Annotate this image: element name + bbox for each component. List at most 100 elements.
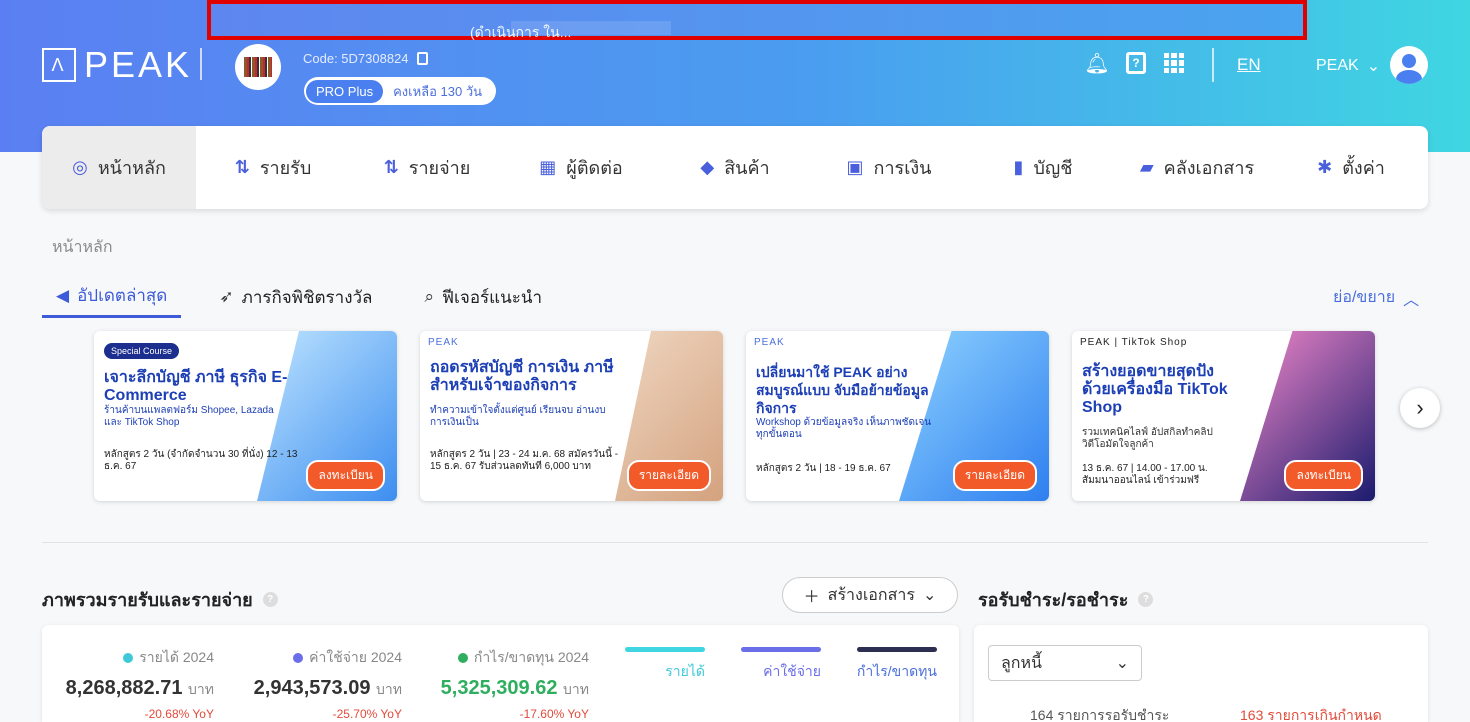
stat-unit: บาท [188,681,214,697]
collapse-toggle[interactable]: ย่อ/ขยาย ︿ [1333,285,1419,310]
home-gauge-icon: ◎ [72,157,88,177]
nav-label: สินค้า [724,158,770,178]
help-icon[interactable]: ? [1126,52,1146,74]
language-switch[interactable]: EN [1237,55,1261,75]
header-divider [200,48,202,80]
plan-name: PRO Plus [306,79,384,103]
plan-badge[interactable]: PRO Plus คงเหลือ 130 วัน [304,77,496,105]
nav-documents[interactable]: ▰ คลังเอกสาร [1120,126,1274,209]
pending-receivables[interactable]: 164 รายการรอรับชำระ [1030,705,1169,722]
nav-income[interactable]: ⇅ รายรับ [196,126,350,209]
select-value: ลูกหนี้ [1001,654,1042,672]
overview-title-text: ภาพรวมรายรับและรายจ่าย [42,590,253,610]
stat-unit: บาท [376,681,402,697]
promo-register-button[interactable]: ลงทะเบียน [306,460,385,491]
promo-details: 13 ธ.ค. 67 | 14.00 - 17.00 น. สัมมนาออนไ… [1082,463,1208,486]
promo-title: เปลี่ยนมาใช้ PEAK อย่างสมบูรณ์แบบ จับมือ… [756,364,929,416]
section-divider [42,542,1428,543]
logo-text: PEAK [84,44,193,85]
info-icon[interactable]: ? [1138,592,1154,607]
promo-register-button[interactable]: ลงทะเบียน [1284,460,1363,491]
promo-subtitle: ร้านค้าบนแพลตฟอร์ม Shopee, Lazada และ Ti… [104,405,274,428]
bell-icon[interactable]: 🔔︎ [1084,52,1109,75]
stat-label: ค่าใช้จ่าย 2024 [309,649,402,665]
create-document-button[interactable]: ＋ สร้างเอกสาร ⌄ [782,577,958,613]
breadcrumb: หน้าหลัก [52,239,113,256]
stat-label: กำไร/ขาดทุน 2024 [473,649,589,665]
company-code-text: Code: 5D7308824 [303,51,409,66]
user-menu[interactable]: PEAK ⌄ [1316,56,1380,76]
user-name: PEAK [1316,57,1359,74]
promo-title: เจาะลึกบัญชี ภาษี ธุรกิจ E-Commerce [104,369,288,404]
ledger-icon: ▮ [1013,157,1024,177]
plan-remaining: คงเหลือ 130 วัน [393,83,483,99]
promo-card[interactable]: PEAK | TikTok Shop สร้างยอดขายสุดปัง ด้ว… [1072,331,1375,501]
user-avatar[interactable] [1390,46,1428,84]
tab-latest-updates[interactable]: ◀ อัปเดตล่าสุด [42,282,182,318]
nav-label: คลังเอกสาร [1163,158,1255,178]
promo-badge: PEAK [428,337,459,348]
legend-bar-expense [741,647,821,652]
promo-details: หลักสูตร 2 วัน (จำกัดจำนวน 30 ที่นั่ง) 1… [104,449,298,472]
header-divider-right [1212,48,1214,82]
nav-settings[interactable]: ✱ ตั้งค่า [1274,126,1428,209]
promo-details-button[interactable]: รายละเอียด [626,460,711,491]
nav-expense[interactable]: ⇅ รายจ่าย [350,126,504,209]
receivables-title-text: รอรับชำระ/รอชำระ [978,590,1129,610]
promo-subtitle: Workshop ด้วยข้อมูลจริง เห็นภาพชัดเจนทุก… [756,417,932,440]
nav-accounting[interactable]: ▮ บัญชี [966,126,1120,209]
receivable-type-select[interactable]: ลูกหนี้ ⌄ [988,645,1142,681]
apps-grid-icon[interactable] [1164,53,1184,73]
promo-details: หลักสูตร 2 วัน | 18 - 19 ธ.ค. 67 [756,463,891,474]
legend-bar-profit [857,647,937,652]
stat-yoy: -25.70% YoY [332,707,402,721]
info-icon[interactable]: ? [262,592,278,607]
tab-featured[interactable]: ⌕ ฟีเจอร์แนะนำ [410,282,556,318]
nav-products[interactable]: ◆ สินค้า [658,126,812,209]
promo-card[interactable]: PEAK ถอดรหัสบัญชี การเงิน ภาษี สำหรับเจ้… [420,331,723,501]
chevron-down-icon: ⌄ [1115,655,1129,672]
tab-missions[interactable]: ➶ ภารกิจพิชิตรางวัล [205,282,386,318]
stat-unit: บาท [563,681,589,697]
legend-profit[interactable]: กำไร/ขาดทุน [827,661,937,683]
bookshelf-icon [244,57,272,77]
company-code: Code: 5D7308824 [303,51,428,66]
stat-yoy: -17.60% YoY [519,707,589,721]
carousel-next-button[interactable]: › [1400,388,1440,428]
promo-details: หลักสูตร 2 วัน | 23 - 24 ม.ค. 68 สมัครวั… [430,449,619,472]
chevron-up-icon: ︿ [1403,291,1420,309]
promo-badge: PEAK | TikTok Shop [1080,337,1188,348]
nav-label: ตั้งค่า [1342,158,1385,178]
chevron-down-icon: ⌄ [922,587,937,604]
nav-finance[interactable]: ▣ การเงิน [812,126,966,209]
promo-details-button[interactable]: รายละเอียด [952,460,1037,491]
promo-card[interactable]: Special Course เจาะลึกบัญชี ภาษี ธุรกิจ … [94,331,397,501]
receivables-title: รอรับชำระ/รอชำระ ? [978,585,1154,614]
copy-icon[interactable] [416,52,428,65]
legend-revenue[interactable]: รายได้ [625,661,705,683]
legend-bar-revenue [625,647,705,652]
legend-expense[interactable]: ค่าใช้จ่าย [741,661,821,683]
promo-card[interactable]: PEAK เปลี่ยนมาใช้ PEAK อย่างสมบูรณ์แบบ จ… [746,331,1049,501]
product-box-icon: ◆ [700,157,715,177]
company-avatar[interactable] [235,44,281,90]
stat-value: 8,268,882.71 [65,677,183,699]
collapse-label: ย่อ/ขยาย [1333,289,1396,306]
main-nav: ◎ หน้าหลัก ⇅ รายรับ ⇅ รายจ่าย ▦ ผู้ติดต่… [42,126,1428,209]
profit-dot [457,653,468,663]
nav-home[interactable]: ◎ หน้าหลัก [42,126,196,209]
overview-title: ภาพรวมรายรับและรายจ่าย ? [42,585,278,614]
contacts-icon: ▦ [539,157,557,177]
rocket-icon: ➶ [219,287,234,306]
revenue-dot [123,653,134,663]
nav-label: การเงิน [873,158,932,178]
peak-logo[interactable]: Λ PEAK [42,44,192,86]
overdue-receivables[interactable]: 163 รายการเกินกำหนด [1240,705,1382,722]
announcement-banner[interactable] [207,0,1307,40]
create-document-label: สร้างเอกสาร [827,586,915,604]
nav-label: รายจ่าย [408,158,471,178]
income-icon: ⇅ [234,157,250,177]
tab-label: ฟีเจอร์แนะนำ [442,287,543,307]
nav-label: รายรับ [259,158,312,178]
nav-contacts[interactable]: ▦ ผู้ติดต่อ [504,126,658,209]
